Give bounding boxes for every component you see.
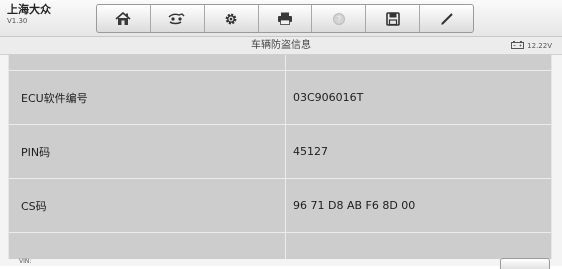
vin-label: VIN: [19,258,32,265]
edit-button[interactable] [420,5,473,32]
settings-button[interactable] [205,5,259,32]
home-icon [115,11,131,26]
page-title-bar: 车辆防盗信息 12.22V [0,37,562,55]
row-value: 03C906016T [293,91,364,104]
row-label: PIN码 [21,145,51,159]
gear-icon [224,12,238,26]
help-button[interactable]: ? [312,5,367,32]
bottom-action-button[interactable] [500,258,550,269]
print-icon [277,12,293,25]
function-toolbar: ? [96,4,474,33]
row-label: CS码 [21,199,47,213]
save-icon [385,11,400,26]
table-row [9,55,551,71]
vehicle-brand-title: 上海大众 [7,3,51,16]
app-window: 上海大众 V1.30 ? 车辆防盗信息 12.22V ECU软件编号 03C90… [0,0,562,269]
row-value: 45127 [293,145,328,158]
home-button[interactable] [97,5,151,32]
software-version: V1.30 [7,17,28,25]
print-button[interactable] [259,5,313,32]
brand-block: 上海大众 V1.30 [7,4,51,25]
battery-voltage-value: 12.22V [527,41,552,50]
table-row: PIN码 45127 [9,125,551,179]
save-button[interactable] [366,5,421,32]
table-row: CS码 96 71 D8 AB F6 8D 00 [9,179,551,233]
svg-text:?: ? [337,15,341,24]
table-row: ECU软件编号 03C906016T [9,71,551,125]
row-value: 96 71 D8 AB F6 8D 00 [293,199,416,212]
immobilizer-info-table: ECU软件编号 03C906016T PIN码 45127 CS码 96 71 … [8,55,552,260]
row-label: ECU软件编号 [21,91,88,105]
vehicle-swap-icon [167,12,187,26]
help-icon: ? [332,12,346,26]
bottom-bar [0,259,562,266]
vehicle-swap-button[interactable] [151,5,205,32]
page-title: 车辆防盗信息 [251,40,311,51]
battery-icon [511,40,525,51]
battery-voltage-indicator: 12.22V [511,37,552,54]
table-row [9,233,551,260]
column-divider [285,55,286,260]
top-toolbar-bar: 上海大众 V1.30 ? [0,0,562,37]
pen-icon [440,12,454,26]
